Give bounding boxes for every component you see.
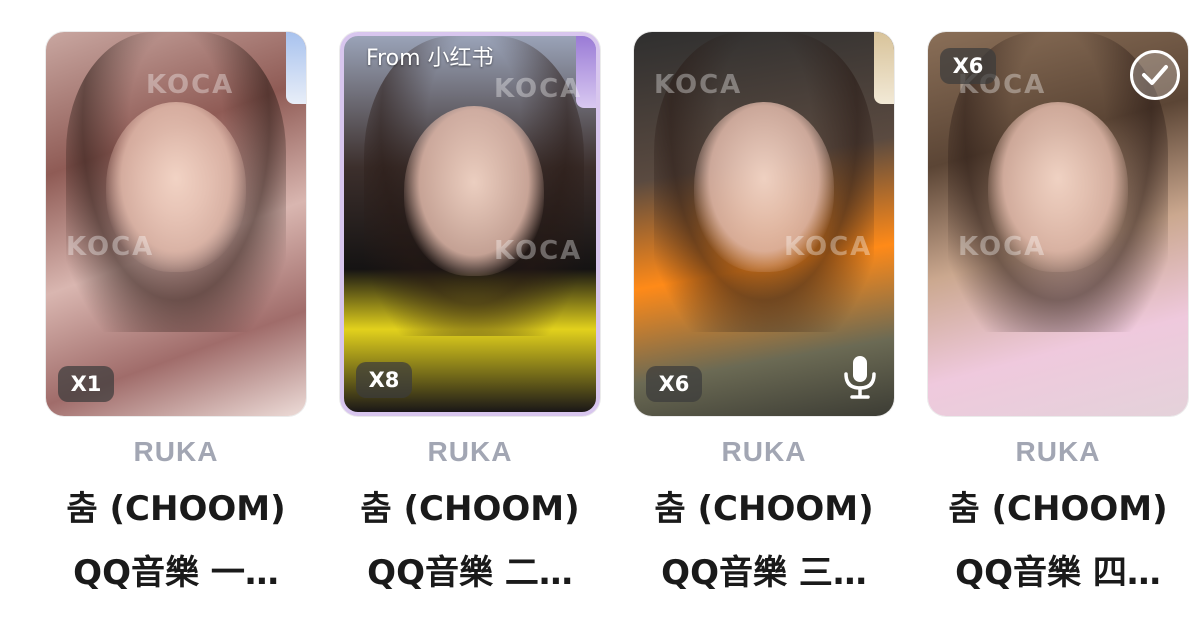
photo-face (988, 102, 1128, 272)
corner-tab (576, 36, 596, 108)
photo-face (404, 106, 544, 276)
card-title-line2[interactable]: QQ音樂 四… (928, 550, 1188, 596)
card-title-line2[interactable]: QQ音樂 一… (46, 550, 306, 596)
photocard-image[interactable]: KOCA KOCA X6 (928, 32, 1188, 416)
quantity-badge: X6 (646, 366, 702, 402)
photocard-image[interactable]: KOCA KOCA X6 (634, 32, 894, 416)
card-title-line1[interactable]: 춤 (CHOOM) (634, 486, 894, 532)
quantity-badge: X1 (58, 366, 114, 402)
quantity-badge: X6 (940, 48, 996, 84)
card-title-line1[interactable]: 춤 (CHOOM) (928, 486, 1188, 532)
photocard-item[interactable]: KOCA KOCA X1 RUKA 춤 (CHOOM) QQ音樂 一… (46, 32, 306, 593)
artist-name: RUKA (1015, 436, 1101, 467)
photocard-image[interactable]: KOCA KOCA X1 (46, 32, 306, 416)
corner-tab (286, 32, 306, 104)
microphone-icon[interactable] (840, 354, 880, 400)
card-title-line1[interactable]: 춤 (CHOOM) (46, 486, 306, 532)
photocard-item[interactable]: From 小红书 KOCA KOCA X8 RUKA 춤 (CHOOM) QQ音… (340, 32, 600, 593)
photo-face (106, 102, 246, 272)
artist-name: RUKA (721, 436, 807, 467)
card-title-line2[interactable]: QQ音樂 三… (634, 550, 894, 596)
corner-tab (874, 32, 894, 104)
artist-name: RUKA (427, 436, 513, 467)
card-title-line1[interactable]: 춤 (CHOOM) (340, 486, 600, 532)
photocard-item[interactable]: KOCA KOCA X6 RUKA 춤 (CHOOM) QQ音樂 三… (634, 32, 894, 593)
photocard-image[interactable]: From 小红书 KOCA KOCA X8 (340, 32, 600, 416)
photocard-item[interactable]: KOCA KOCA X6 RUKA 춤 (CHOOM) QQ音樂 四… (928, 32, 1188, 593)
artist-name: RUKA (133, 436, 219, 467)
card-title-line2[interactable]: QQ音樂 二… (340, 550, 600, 596)
quantity-badge: X8 (356, 362, 412, 398)
photo-face (694, 102, 834, 272)
source-tag: From 小红书 (366, 46, 494, 71)
check-icon[interactable] (1130, 50, 1180, 100)
photocard-grid: KOCA KOCA X1 RUKA 춤 (CHOOM) QQ音樂 一… From… (0, 0, 1200, 618)
